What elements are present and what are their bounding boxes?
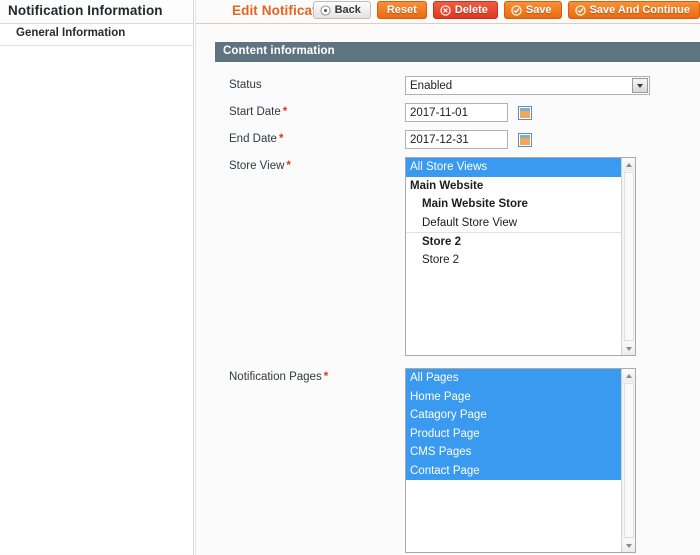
store-view-scrollbar[interactable] xyxy=(621,158,635,355)
delete-button-label: Delete xyxy=(455,4,488,16)
back-button-label: Back xyxy=(335,4,361,16)
start-date-input[interactable]: 2017-11-01 xyxy=(405,103,508,122)
store-view-label-text: Store View xyxy=(229,160,284,172)
field-row-end-date: End Date* 2017-12-31 xyxy=(215,130,700,149)
calendar-icon[interactable] xyxy=(518,106,532,120)
required-marker: * xyxy=(322,371,328,383)
delete-circle-icon xyxy=(440,5,451,16)
content-information-panel: Content information Status Enabled xyxy=(215,42,700,555)
status-select[interactable]: Enabled xyxy=(405,76,650,95)
scroll-down-icon[interactable] xyxy=(622,539,635,552)
store-view-control: All Store Views Main Website Main Websit… xyxy=(405,157,700,356)
scroll-up-icon[interactable] xyxy=(622,369,635,382)
status-control: Enabled xyxy=(405,76,700,95)
delete-button[interactable]: Delete xyxy=(433,1,498,19)
required-marker: * xyxy=(284,160,290,172)
field-row-notification-pages: Notification Pages* All Pages Home Page … xyxy=(215,368,700,553)
start-date-control: 2017-11-01 xyxy=(405,103,700,122)
end-date-label-text: End Date xyxy=(229,133,277,145)
field-row-status: Status Enabled xyxy=(215,76,700,95)
required-marker: * xyxy=(277,133,283,145)
notification-pages-control: All Pages Home Page Catagory Page Produc… xyxy=(405,368,700,553)
back-button[interactable]: Back xyxy=(313,1,371,19)
list-item[interactable]: Product Page xyxy=(406,425,622,444)
toolbar-buttons: Back Reset Delete xyxy=(313,1,700,19)
list-item[interactable]: Store 2 xyxy=(406,251,622,270)
scroll-up-icon[interactable] xyxy=(622,158,635,171)
page-root: Notification Information General Informa… xyxy=(0,0,700,555)
list-item[interactable]: Catagory Page xyxy=(406,406,622,425)
list-item[interactable]: CMS Pages xyxy=(406,443,622,462)
page-header: Edit Notification Back Reset xyxy=(196,0,700,24)
list-item[interactable]: All Store Views xyxy=(406,158,622,177)
scrollbar-track[interactable] xyxy=(624,172,634,341)
list-item[interactable]: Main Website xyxy=(406,177,622,196)
list-item[interactable]: All Pages xyxy=(406,369,622,388)
save-and-continue-button[interactable]: Save And Continue xyxy=(568,1,700,19)
calendar-icon[interactable] xyxy=(518,133,532,147)
save-and-continue-button-label: Save And Continue xyxy=(590,4,690,16)
list-item[interactable]: Default Store View xyxy=(406,214,622,233)
notification-pages-label-text: Notification Pages xyxy=(229,371,322,383)
start-date-label: Start Date* xyxy=(215,103,405,122)
notification-pages-label: Notification Pages* xyxy=(215,368,405,387)
status-label: Status xyxy=(215,76,405,95)
scrollbar-track[interactable] xyxy=(624,383,634,538)
scroll-down-icon[interactable] xyxy=(622,342,635,355)
save-button[interactable]: Save xyxy=(504,1,562,19)
list-item[interactable]: Contact Page xyxy=(406,462,622,481)
check-circle-icon xyxy=(575,5,586,16)
reset-button[interactable]: Reset xyxy=(377,1,427,19)
check-circle-icon xyxy=(511,5,522,16)
status-label-text: Status xyxy=(229,79,262,91)
panel-body: Status Enabled Start Date* xyxy=(215,62,700,553)
end-date-control: 2017-12-31 xyxy=(405,130,700,149)
field-row-store-view: Store View* All Store Views Main Website… xyxy=(215,157,700,356)
end-date-input[interactable]: 2017-12-31 xyxy=(405,130,508,149)
panel-header: Content information xyxy=(215,42,700,62)
required-marker: * xyxy=(281,106,287,118)
save-button-label: Save xyxy=(526,4,552,16)
list-item[interactable]: Home Page xyxy=(406,388,622,407)
list-item[interactable]: Main Website Store xyxy=(406,195,622,214)
back-arrow-icon xyxy=(320,5,331,16)
notification-pages-scrollbar[interactable] xyxy=(621,369,635,552)
store-view-listbox[interactable]: All Store Views Main Website Main Websit… xyxy=(405,157,636,356)
sidebar-item-general-information[interactable]: General Information xyxy=(0,24,193,46)
start-date-label-text: Start Date xyxy=(229,106,281,118)
list-item[interactable]: Store 2 xyxy=(406,232,622,251)
store-view-label: Store View* xyxy=(215,157,405,176)
status-select-value: Enabled xyxy=(406,77,649,94)
sidebar: Notification Information General Informa… xyxy=(0,0,194,555)
sidebar-title: Notification Information xyxy=(0,0,193,24)
end-date-label: End Date* xyxy=(215,130,405,149)
chevron-down-icon[interactable] xyxy=(632,78,648,93)
notification-pages-listbox[interactable]: All Pages Home Page Catagory Page Produc… xyxy=(405,368,636,553)
main-content: Edit Notification Back Reset xyxy=(195,0,700,555)
sidebar-empty-area xyxy=(0,46,193,553)
field-row-start-date: Start Date* 2017-11-01 xyxy=(215,103,700,122)
reset-button-label: Reset xyxy=(387,4,417,16)
sidebar-item-label: General Information xyxy=(16,27,125,39)
